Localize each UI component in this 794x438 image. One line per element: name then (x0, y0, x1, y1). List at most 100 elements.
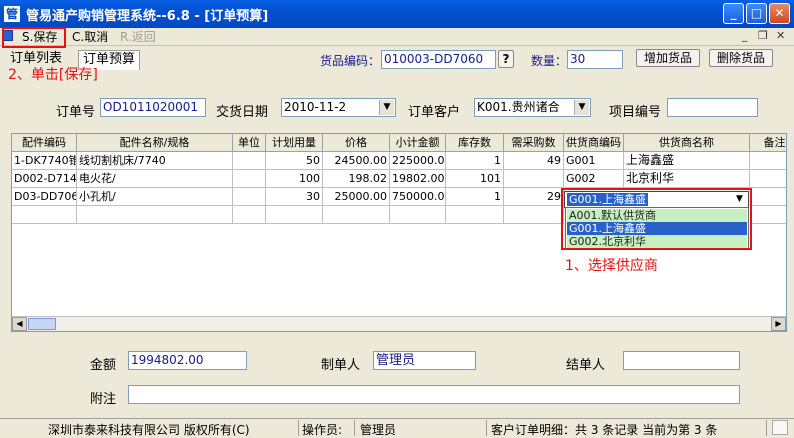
scroll-left-icon[interactable]: ◀ (12, 317, 27, 331)
calculator-icon[interactable] (772, 420, 788, 435)
status-company: 深圳市泰来科技有限公司 版权所有(C) (48, 423, 250, 437)
table-cell[interactable]: D002-D7140 (12, 170, 77, 188)
close-button[interactable]: ✕ (769, 3, 790, 24)
table-cell[interactable] (504, 170, 564, 188)
table-cell[interactable]: 1 (446, 188, 504, 206)
chevron-down-icon[interactable]: ▼ (379, 100, 394, 115)
cancel-button[interactable]: C.取消 (72, 29, 108, 45)
table-cell[interactable]: 25000.00 (323, 188, 390, 206)
table-cell[interactable] (233, 170, 266, 188)
table-cell[interactable]: 24500.00 (323, 152, 390, 170)
app-icon[interactable]: 管 (4, 6, 20, 22)
table-cell[interactable]: 29 (504, 188, 564, 206)
column-header[interactable]: 计划用量 (266, 134, 323, 152)
status-divider (298, 420, 299, 436)
table-cell[interactable] (323, 206, 390, 224)
delivery-date-picker[interactable]: 2010-11-2 ▼ (281, 98, 396, 117)
mdi-close-icon[interactable]: ✕ (776, 29, 785, 42)
annotation-step1: 1、选择供应商 (565, 258, 658, 274)
table-cell[interactable] (750, 206, 786, 224)
table-cell[interactable] (233, 152, 266, 170)
column-header[interactable]: 单位 (233, 134, 266, 152)
toolbar: S.保存 C.取消 R.返回 _ ❐ ✕ (0, 28, 794, 46)
status-record-info: 客户订单明细：共 3 条记录 当前为第 3 条 (491, 423, 718, 437)
table-cell[interactable]: 198.02 (323, 170, 390, 188)
supplier-highlight-box (561, 188, 752, 250)
horizontal-scrollbar[interactable]: ◀ ▶ (12, 316, 786, 331)
project-no-input[interactable] (667, 98, 758, 117)
status-operator-value: 管理员 (360, 423, 397, 437)
creator-field: 管理员 (373, 351, 476, 370)
order-no-input[interactable]: OD1011020001 (100, 98, 206, 117)
table-cell[interactable] (390, 206, 446, 224)
table-cell[interactable] (12, 206, 77, 224)
column-header[interactable]: 价格 (323, 134, 390, 152)
back-button[interactable]: R.返回 (120, 29, 156, 45)
table-cell[interactable] (446, 206, 504, 224)
quantity-label: 数量： (531, 54, 568, 68)
title-bar: 管 管易通产购销管理系统--6.8 - [订单预算] _ □ ✕ (0, 0, 794, 28)
table-cell[interactable] (233, 188, 266, 206)
scroll-thumb[interactable] (28, 318, 56, 330)
table-cell[interactable]: 30 (266, 188, 323, 206)
table-cell[interactable]: 225000.00 (390, 152, 446, 170)
table-cell[interactable]: 50 (266, 152, 323, 170)
note-field[interactable] (128, 385, 740, 404)
table-cell[interactable] (77, 206, 233, 224)
column-header[interactable]: 供货商名称 (624, 134, 750, 152)
column-header[interactable]: 供货商编码 (564, 134, 624, 152)
save-highlight-box (2, 27, 66, 48)
add-product-button[interactable]: 增加货品 (636, 49, 700, 67)
delete-product-button[interactable]: 删除货品 (709, 49, 773, 67)
mdi-restore-icon[interactable]: ❐ (758, 29, 768, 42)
table-cell[interactable]: 电火花/ (77, 170, 233, 188)
minimize-button[interactable]: _ (723, 3, 744, 24)
quantity-input[interactable]: 30 (567, 50, 623, 69)
table-cell[interactable]: 100 (266, 170, 323, 188)
table-cell[interactable]: 1 (446, 152, 504, 170)
status-bar: 深圳市泰来科技有限公司 版权所有(C) 操作员: 管理员 客户订单明细：共 3 … (0, 418, 794, 437)
amount-label: 金额 (90, 358, 117, 373)
window-title: 管易通产购销管理系统--6.8 - [订单预算] (26, 9, 269, 24)
table-cell[interactable] (750, 188, 786, 206)
table-cell[interactable]: 49 (504, 152, 564, 170)
column-header[interactable]: 库存数 (446, 134, 504, 152)
status-divider (354, 420, 355, 436)
table-cell[interactable]: 上海鑫盛 (624, 152, 750, 170)
delivery-date-value: 2010-11-2 (284, 100, 347, 114)
table-cell[interactable] (750, 152, 786, 170)
customer-select[interactable]: K001.贵州诸合 ▼ (474, 98, 591, 117)
mdi-minimize-icon[interactable]: _ (742, 29, 748, 42)
customer-value: K001.贵州诸合 (477, 100, 560, 114)
product-code-label: 货品编码： (320, 54, 381, 68)
order-no-label: 订单号 (56, 105, 96, 120)
column-header[interactable]: 配件名称/规格 (77, 134, 233, 152)
column-header[interactable]: 配件编码 (12, 134, 77, 152)
table-cell[interactable] (233, 206, 266, 224)
table-cell[interactable]: D03-DD7060 (12, 188, 77, 206)
column-header[interactable]: 备注 (750, 134, 786, 152)
table-cell[interactable]: 北京利华 (624, 170, 750, 188)
maximize-button[interactable]: □ (746, 3, 767, 24)
column-header[interactable]: 需采购数 (504, 134, 564, 152)
table-cell[interactable] (750, 170, 786, 188)
creator-label: 制单人 (321, 358, 361, 373)
product-help-button[interactable]: ? (498, 50, 514, 68)
chevron-down-icon[interactable]: ▼ (574, 100, 589, 115)
table-cell[interactable]: 19802.00 (390, 170, 446, 188)
table-cell[interactable]: 1-DK7740锥 (12, 152, 77, 170)
product-code-input[interactable]: 010003-DD7060 (381, 50, 496, 69)
table-cell[interactable] (504, 206, 564, 224)
table-cell[interactable] (266, 206, 323, 224)
table-cell[interactable]: 小孔机/ (77, 188, 233, 206)
settler-label: 结单人 (566, 358, 606, 373)
table-cell[interactable]: G001 (564, 152, 624, 170)
table-cell[interactable]: 101 (446, 170, 504, 188)
table-cell[interactable]: G002 (564, 170, 624, 188)
table-cell[interactable]: 线切割机床/7740 (77, 152, 233, 170)
column-header[interactable]: 小计金额 (390, 134, 446, 152)
scroll-right-icon[interactable]: ▶ (771, 317, 786, 331)
table-cell[interactable]: 750000.00 (390, 188, 446, 206)
status-operator-label: 操作员: (302, 423, 343, 437)
status-divider (486, 420, 487, 436)
